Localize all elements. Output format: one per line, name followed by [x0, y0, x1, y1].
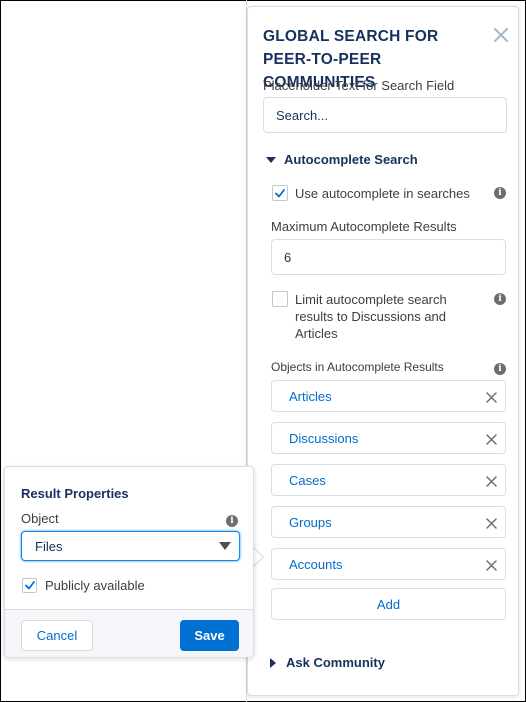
- object-pill-groups[interactable]: Groups: [271, 506, 506, 538]
- object-select-value: Files: [35, 539, 63, 554]
- autocomplete-section-label: Autocomplete Search: [284, 152, 418, 167]
- object-pill-label: Articles: [289, 389, 332, 404]
- object-pill-accounts[interactable]: Accounts: [271, 548, 506, 580]
- chevron-down-icon: [266, 156, 276, 163]
- caret-down-icon: [219, 542, 231, 550]
- limit-autocomplete-label: Limit autocomplete search results to Dis…: [295, 292, 447, 341]
- remove-icon: [485, 475, 497, 487]
- use-autocomplete-label: Use autocomplete in searches: [295, 186, 470, 201]
- remove-object-button[interactable]: [484, 432, 498, 446]
- object-pill-label: Accounts: [289, 557, 343, 572]
- object-pill-articles[interactable]: Articles: [271, 380, 506, 412]
- info-icon[interactable]: i: [494, 293, 506, 305]
- object-pill-label: Discussions: [289, 431, 359, 446]
- publicly-available-checkbox[interactable]: [22, 578, 37, 593]
- property-panel: GLOBAL SEARCH FOR PEER-TO-PEER COMMUNITI…: [247, 6, 519, 696]
- cancel-button[interactable]: Cancel: [21, 620, 93, 651]
- remove-object-button[interactable]: [484, 558, 498, 572]
- objects-autocomplete-label: Objects in Autocomplete Results: [271, 360, 444, 374]
- publicly-available-label: Publicly available: [45, 578, 145, 593]
- remove-object-button[interactable]: [484, 390, 498, 404]
- object-select[interactable]: Files: [21, 531, 240, 561]
- info-icon[interactable]: i: [494, 363, 506, 375]
- check-icon: [275, 188, 285, 197]
- add-object-button[interactable]: Add: [271, 588, 506, 620]
- chevron-right-icon: [270, 657, 276, 668]
- max-autocomplete-results-input[interactable]: [271, 239, 506, 275]
- placeholder-text-input[interactable]: [263, 97, 507, 133]
- max-autocomplete-results-label: Maximum Autocomplete Results: [271, 219, 457, 234]
- remove-icon: [485, 559, 497, 571]
- autocomplete-section-toggle[interactable]: Autocomplete Search: [266, 152, 418, 167]
- placeholder-text-label: Placeholder Text for Search Field: [263, 78, 455, 93]
- close-icon: [494, 28, 508, 42]
- use-autocomplete-checkbox[interactable]: [272, 185, 288, 201]
- remove-icon: [485, 517, 497, 529]
- info-icon[interactable]: i: [226, 515, 238, 527]
- object-pill-discussions[interactable]: Discussions: [271, 422, 506, 454]
- object-pill-label: Groups: [289, 515, 332, 530]
- remove-object-button[interactable]: [484, 474, 498, 488]
- ask-community-section-toggle[interactable]: Ask Community: [268, 655, 385, 670]
- check-icon: [24, 581, 35, 590]
- remove-icon: [485, 391, 497, 403]
- object-pill-label: Cases: [289, 473, 326, 488]
- object-label: Object: [21, 511, 59, 526]
- close-button[interactable]: [491, 25, 511, 45]
- ask-community-section-label: Ask Community: [286, 655, 385, 670]
- popover-title: Result Properties: [21, 486, 129, 501]
- popover-footer: Cancel Save: [5, 609, 253, 657]
- result-properties-popover: Result Properties Object i Files Publicl…: [4, 466, 254, 657]
- remove-icon: [485, 433, 497, 445]
- remove-object-button[interactable]: [484, 516, 498, 530]
- object-pill-cases[interactable]: Cases: [271, 464, 506, 496]
- info-icon[interactable]: i: [494, 187, 506, 199]
- save-button[interactable]: Save: [180, 620, 239, 651]
- limit-autocomplete-checkbox[interactable]: [272, 291, 288, 307]
